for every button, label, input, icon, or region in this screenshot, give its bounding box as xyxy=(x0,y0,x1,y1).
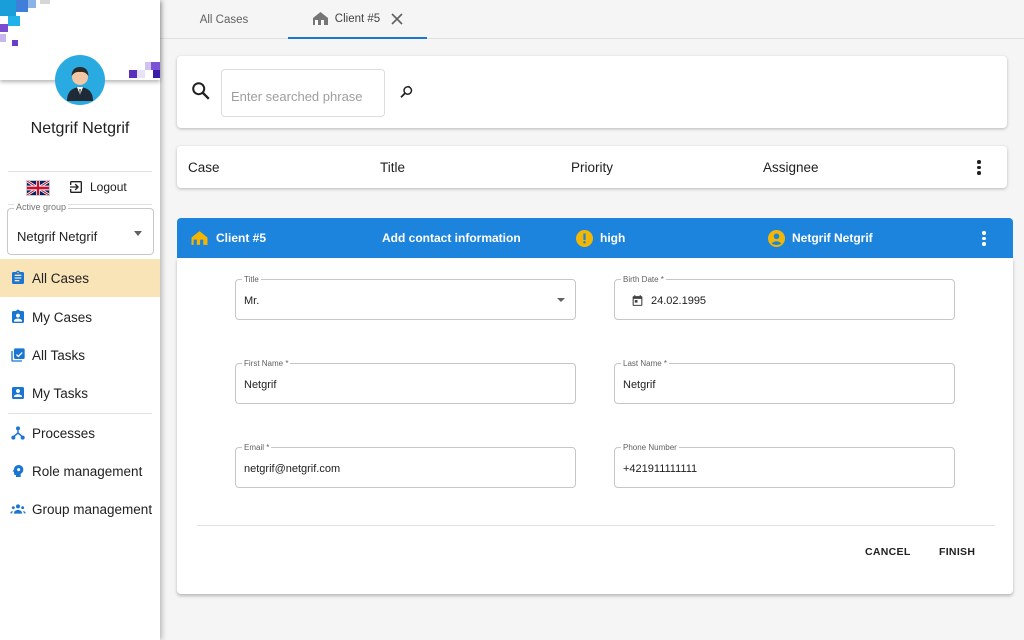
sidebar-item-my-tasks[interactable]: My Tasks xyxy=(0,374,160,412)
field-value: Mr. xyxy=(244,295,260,307)
phone-number-field[interactable]: Phone Number +421911111111 xyxy=(614,443,955,488)
field-label: Phone Number xyxy=(621,443,679,452)
assignment-ind-icon xyxy=(12,309,24,323)
active-group-value: Netgrif Netgrif xyxy=(17,229,98,244)
priority-value: high xyxy=(600,231,626,245)
field-label: Last Name * xyxy=(621,359,670,368)
case-row[interactable]: Client #5 Add contact information high N… xyxy=(177,218,1013,258)
search-icon xyxy=(192,82,210,100)
search-placeholder: Enter searched phrase xyxy=(231,89,363,104)
field-value: netgrif@netgrif.com xyxy=(244,463,341,475)
sidebar-item-all-cases[interactable]: All Cases xyxy=(0,259,160,297)
active-group-label: Active group xyxy=(14,202,69,212)
finish-button[interactable]: FINISH xyxy=(939,546,975,558)
field-value: 24.02.1995 xyxy=(651,295,707,307)
case-name: Client #5 xyxy=(216,231,267,245)
tab-label: All Cases xyxy=(199,13,249,26)
avatar[interactable] xyxy=(55,55,105,105)
advanced-search-icon[interactable] xyxy=(398,83,416,101)
sidebar-item-all-tasks[interactable]: All Tasks xyxy=(0,336,160,374)
priority-alert-icon xyxy=(576,229,593,247)
sidebar-item-label: All Cases xyxy=(32,270,90,286)
library-check-icon xyxy=(11,348,25,362)
email-field[interactable]: Email * netgrif@netgrif.com xyxy=(235,443,576,488)
calendar-icon[interactable] xyxy=(631,294,644,307)
sidebar-item-my-cases[interactable]: My Cases xyxy=(0,298,160,336)
assignee-cell: Netgrif Netgrif xyxy=(768,218,873,258)
tab-label: Client #5 xyxy=(334,12,381,25)
role-icon xyxy=(12,465,24,477)
field-label: Title xyxy=(242,275,261,284)
last-name-field[interactable]: Last Name * Netgrif xyxy=(614,359,955,404)
cancel-button[interactable]: CANCEL xyxy=(865,546,911,558)
uk-flag-icon[interactable] xyxy=(26,179,50,197)
sidebar-item-label: All Tasks xyxy=(32,347,86,363)
sidebar-item-label: Group management xyxy=(32,501,153,517)
sidebar-item-processes[interactable]: Processes xyxy=(0,414,160,452)
sidebar-item-label: Processes xyxy=(32,425,96,441)
title-select[interactable]: Title Mr. xyxy=(235,275,576,320)
user-name: Netgrif Netgrif xyxy=(30,120,130,137)
header-assignee[interactable]: Assignee xyxy=(763,160,819,175)
field-label: First Name * xyxy=(242,359,291,368)
more-vert-icon[interactable] xyxy=(982,231,986,248)
house-icon xyxy=(312,12,328,25)
case-header-card: Case Title Priority Assignee xyxy=(177,146,1007,188)
tab-all-cases[interactable]: All Cases xyxy=(160,0,288,39)
field-value: +421911111111 xyxy=(623,463,698,475)
sidebar-item-label: My Cases xyxy=(32,309,93,325)
field-value: Netgrif xyxy=(244,379,277,391)
search-card: Enter searched phrase xyxy=(177,56,1007,128)
active-group-select[interactable]: Active group Netgrif Netgrif xyxy=(7,202,154,255)
close-icon[interactable] xyxy=(391,12,403,25)
sidebar: Netgrif Netgrif Logout Active group Netg… xyxy=(0,0,160,640)
group-icon xyxy=(10,504,26,514)
sidebar-item-label: My Tasks xyxy=(32,385,89,401)
tab-client-5[interactable]: Client #5 xyxy=(288,0,427,39)
clipboard-icon xyxy=(12,270,24,284)
tab-bar: All Cases Client #5 xyxy=(160,0,1024,39)
case-title: Add contact information xyxy=(382,231,521,245)
first-name-field[interactable]: First Name * Netgrif xyxy=(235,359,576,404)
sidebar-item-label: Role management xyxy=(32,463,143,479)
field-value: Netgrif xyxy=(623,379,656,391)
account-box-icon xyxy=(12,387,24,399)
header-priority[interactable]: Priority xyxy=(571,160,613,175)
form-divider xyxy=(197,525,995,526)
logout-icon xyxy=(70,181,82,193)
house-icon xyxy=(191,231,208,245)
header-title[interactable]: Title xyxy=(380,160,405,175)
process-tree-icon xyxy=(11,426,25,440)
task-form-panel: Title Mr. Birth Date * 24.02.1995 First … xyxy=(177,258,1013,594)
priority-cell: high xyxy=(576,218,625,258)
birth-date-field[interactable]: Birth Date * 24.02.1995 xyxy=(614,275,955,320)
header-case[interactable]: Case xyxy=(188,160,220,175)
case-cell: Client #5 xyxy=(190,218,266,258)
logout-button[interactable]: Logout xyxy=(68,179,127,195)
sidebar-item-group-management[interactable]: Group management xyxy=(0,490,160,528)
assignee-value: Netgrif Netgrif xyxy=(792,231,873,245)
language-logout-row: Logout xyxy=(0,176,160,200)
field-label: Email * xyxy=(242,443,272,452)
title-cell: Add contact information xyxy=(382,218,521,258)
divider xyxy=(8,171,152,172)
logout-label: Logout xyxy=(90,180,127,194)
chevron-down-icon xyxy=(134,231,142,236)
search-input[interactable]: Enter searched phrase xyxy=(221,69,385,117)
more-vert-icon[interactable] xyxy=(977,160,981,177)
sidebar-item-role-management[interactable]: Role management xyxy=(0,452,160,490)
field-label: Birth Date * xyxy=(621,275,666,284)
chevron-down-icon xyxy=(557,298,565,302)
account-circle-icon xyxy=(768,229,785,247)
